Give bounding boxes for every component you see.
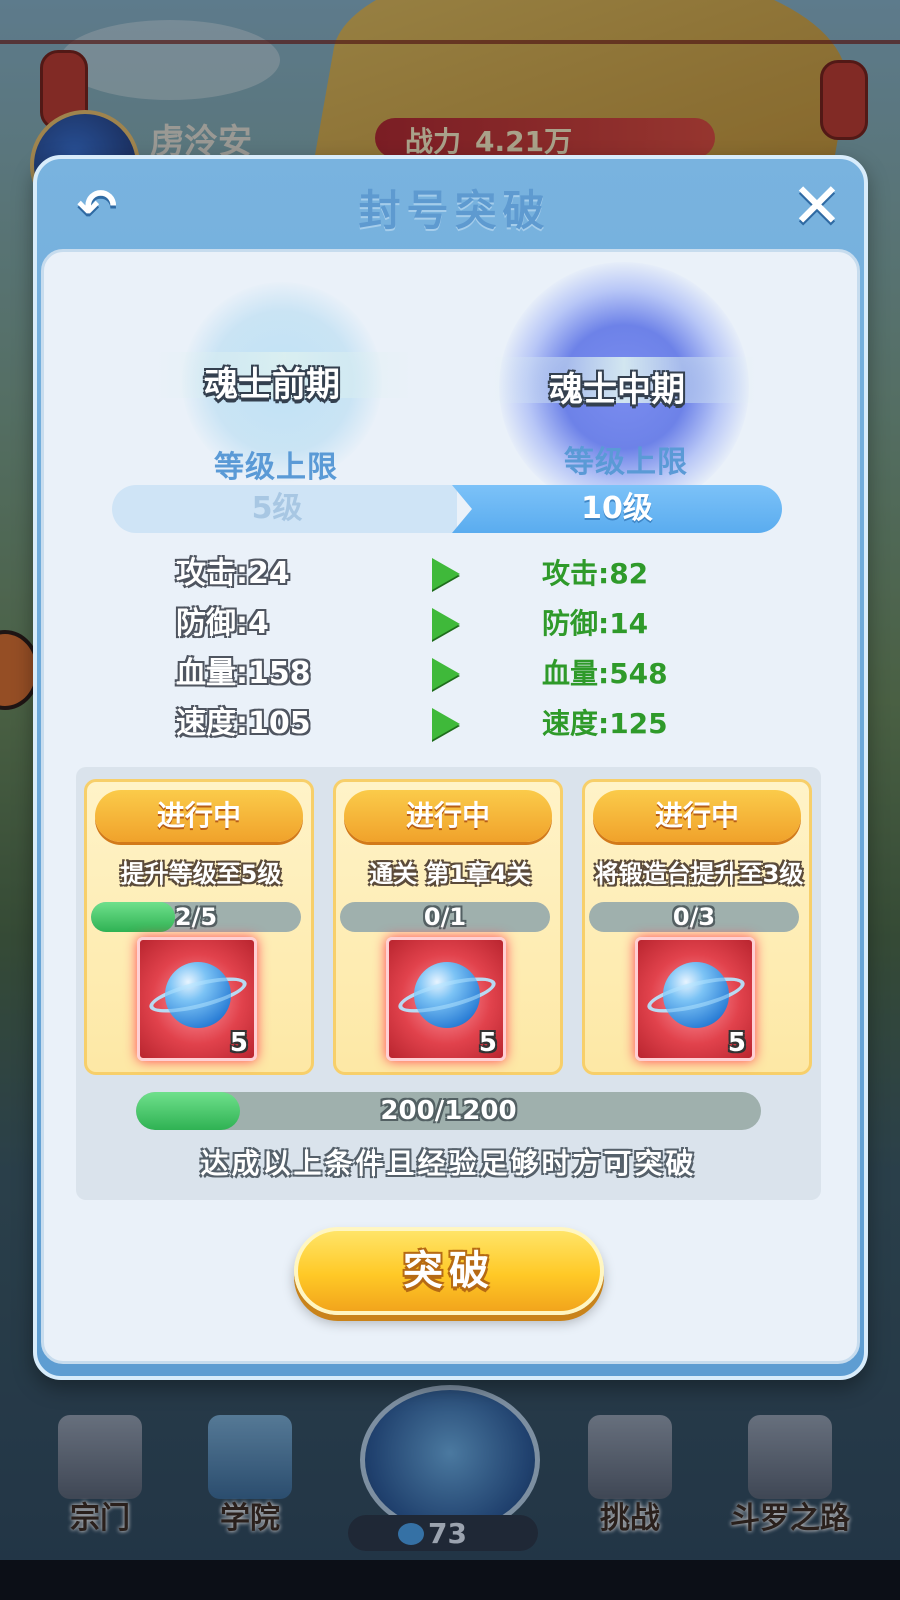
next-rank-name: 魂士中期	[549, 370, 685, 410]
reward-item[interactable]: 5	[137, 937, 257, 1061]
stat-row-speed: 速度:105 速度:125	[44, 702, 863, 746]
dialog-title: 封号突破	[358, 186, 551, 235]
task-progress-text: 2/5	[174, 903, 218, 931]
stat-new: 防御:14	[542, 607, 649, 640]
task-status-badge: 进行中	[95, 790, 303, 842]
task-card[interactable]: 进行中 将锻造台提升至3级 0/3 5	[582, 779, 812, 1075]
task-progress-bar: 2/5	[91, 902, 301, 932]
breakthrough-button[interactable]: 突破	[294, 1227, 604, 1315]
reward-count: 5	[727, 1028, 746, 1058]
experience-progress-text: 200/1200	[380, 1096, 517, 1126]
task-card[interactable]: 进行中 通关 第1章4关 0/1 5	[333, 779, 563, 1075]
stat-old: 攻击:24	[176, 556, 290, 591]
stat-old: 速度:105	[176, 706, 311, 741]
current-rank-name: 魂士前期	[204, 365, 340, 405]
task-description: 通关 第1章4关	[369, 860, 531, 888]
current-level-limit-value: 5级	[251, 491, 303, 526]
close-icon[interactable]: ✕	[782, 171, 852, 241]
title-breakthrough-dialog: ↶ 封号突破 ✕ 魂士前期 魂士中期 等级上限 等级上限 5级 10级 攻击:2…	[33, 155, 868, 1380]
stat-row-attack: 攻击:24 攻击:82	[44, 552, 863, 596]
task-status-badge: 进行中	[593, 790, 801, 842]
reward-item[interactable]: 5	[635, 937, 755, 1061]
task-description: 提升等级至5级	[120, 860, 282, 888]
reward-count: 5	[478, 1028, 497, 1058]
green-arrow-icon	[432, 658, 460, 690]
task-card[interactable]: 进行中 提升等级至5级 2/5 5	[84, 779, 314, 1075]
title-bar: 封号突破	[107, 179, 802, 243]
green-arrow-icon	[432, 708, 460, 740]
task-progress-text: 0/3	[672, 903, 716, 931]
task-status-badge: 进行中	[344, 790, 552, 842]
current-level-limit-label: 等级上限	[214, 450, 338, 485]
green-arrow-icon	[432, 558, 460, 590]
stat-new: 攻击:82	[542, 557, 649, 590]
experience-progress-bar: 200/1200	[136, 1092, 761, 1130]
stat-new: 速度:125	[542, 707, 668, 740]
reward-count: 5	[229, 1028, 248, 1058]
task-progress-bar: 0/1	[340, 902, 550, 932]
breakthrough-hint: 达成以上条件且经验足够时方可突破	[200, 1147, 697, 1180]
task-description: 将锻造台提升至3级	[594, 860, 804, 888]
dialog-content: 魂士前期 魂士中期 等级上限 等级上限 5级 10级 攻击:24 攻击:82 防…	[41, 249, 860, 1364]
tasks-panel: 进行中 提升等级至5级 2/5 5 进行中 通关 第1章4关 0/1 5 进行中…	[76, 767, 821, 1200]
stat-row-defense: 防御:4 防御:14	[44, 602, 863, 646]
stat-row-hp: 血量:158 血量:548	[44, 652, 863, 696]
stat-new: 血量:548	[542, 657, 668, 690]
stat-old: 防御:4	[176, 606, 269, 641]
task-progress-text: 0/1	[423, 903, 467, 931]
stat-old: 血量:158	[176, 656, 311, 691]
green-arrow-icon	[432, 608, 460, 640]
next-level-limit-value: 10级	[581, 491, 653, 526]
reward-item[interactable]: 5	[386, 937, 506, 1061]
next-level-limit-label: 等级上限	[564, 445, 688, 480]
task-progress-bar: 0/3	[589, 902, 799, 932]
